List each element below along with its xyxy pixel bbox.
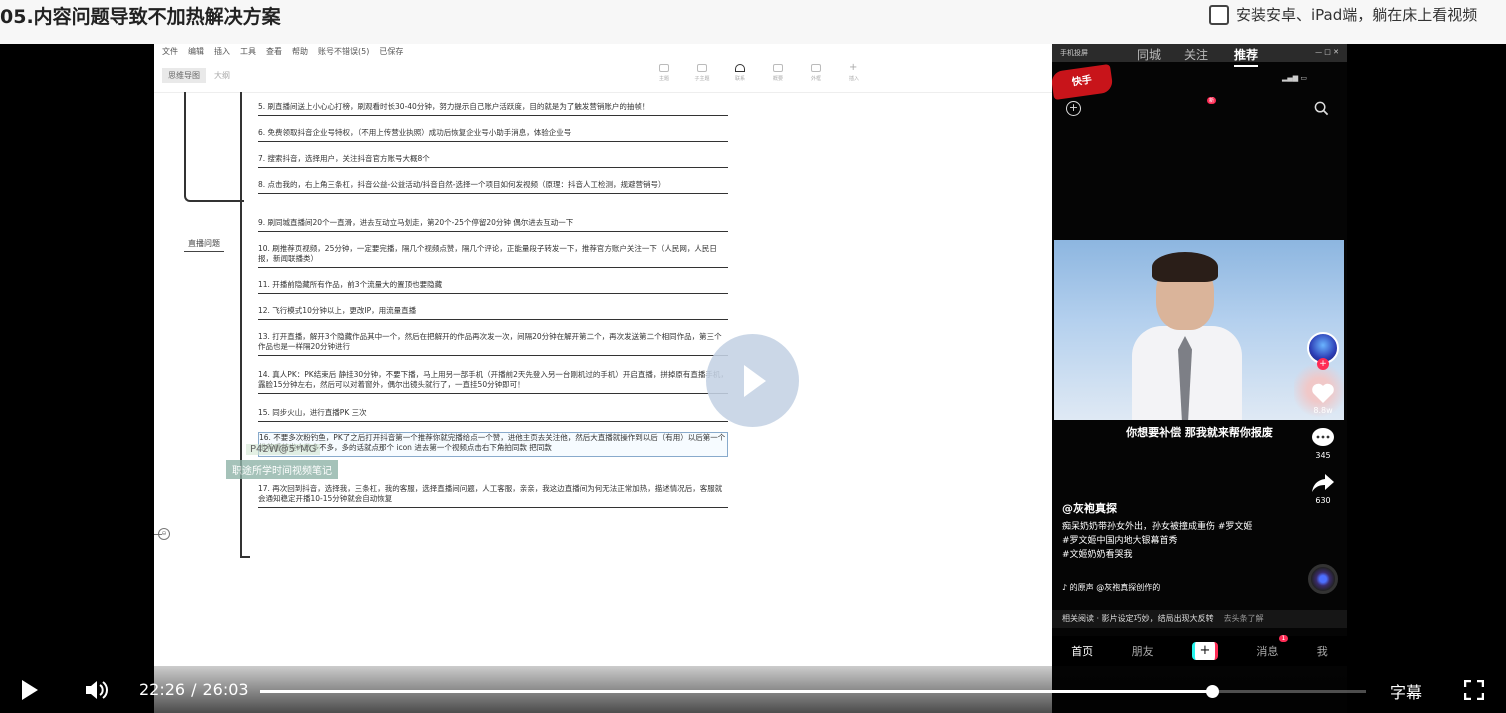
tab-following: 关注 [1184,48,1209,62]
phone-window-title: 手机投屏 [1060,49,1088,57]
watermark-id: P42W@5*MG [246,444,321,455]
mindmap-bracket [240,92,250,558]
tool-insert: + 插入 [848,62,859,83]
like-count: 8.8w [1313,406,1333,415]
video-author: @灰袍真探 [1062,502,1117,515]
nav-me: 我 [1316,645,1328,658]
checkbox-icon[interactable] [1209,4,1229,25]
mindmap-item: 7. 搜索抖音，选择用户，关注抖音官方账号大概8个 [258,154,728,168]
following-badge: 新 [1207,97,1217,104]
save-status: 已保存 [379,47,404,56]
music-disc-icon [1308,564,1338,594]
time-display: 22:26/26:03 [139,680,249,699]
mindmap-toolbar: 主题 子主题 联系 概要 外框 + 插入 [654,62,864,83]
menu-edit: 编辑 [188,47,204,56]
page-title: 05.内容问题导致不加热解决方案 [0,6,281,28]
mindmap-connector [184,92,244,202]
mindmap-item: 10. 刷推荐页视频，25分钟，一定要完播，隔几个视频点赞，隔几个评论，正能量段… [258,244,728,268]
nav-friends: 朋友 [1131,645,1154,658]
heart-icon [1312,383,1334,403]
volume-icon[interactable] [84,679,110,701]
mindmap-item: 5. 刷直播间送上小心心打榜，刷观看时长30-40分钟，努力提示自己账户活跃度，… [258,102,728,116]
mindmap-item-selected: 16. 不要多次粉钓鱼，PK了之后打开抖音第一个推荐你就完播给点一个赞，进他主页… [258,432,728,457]
app-menubar: 文件 编辑 插入 工具 查看 帮助 账号不错误(5) 已保存 [162,46,403,57]
phone-window-controls: — □ ✕ [1315,48,1339,56]
mindmap-item: 13. 打开直播，解开3个隐藏作品其中一个，然后在把解开的作品再次发一次，间隔2… [258,332,728,356]
play-icon [744,365,766,397]
menu-view: 查看 [266,47,282,56]
menu-tools: 工具 [240,47,256,56]
tool-summary: 概要 [768,64,788,82]
branch-label: 直播问题 [184,238,224,252]
video-description: 痴呆奶奶带孙女外出，孙女被撞成重伤 #罗文姬 #罗文姬中国内地大银幕首秀 #文姬… [1062,522,1253,560]
phone-navbar: 首页 朋友 + 消息 1 我 [1052,635,1347,666]
menu-insert: 插入 [214,47,230,56]
subtitle-button[interactable]: 字幕 [1390,679,1422,703]
tab-recommend: 推荐 [1234,46,1259,67]
search-icon [1314,101,1329,116]
share-icon [1312,474,1334,492]
progress-bar[interactable] [260,685,1366,698]
message-badge: 1 [1278,635,1289,642]
mindmap-screen: 文件 编辑 插入 工具 查看 帮助 账号不错误(5) 已保存 思维导图 大纲 主… [154,44,1052,713]
related-reading: 相关阅读 · 影片设定巧妙，结局出现大反转 去头条了解 [1052,610,1347,628]
center-play-button[interactable] [706,334,799,427]
plus-icon: + [1066,101,1081,116]
watermark-note: 职途所学时间视频笔记 [226,460,338,479]
video-still [1054,240,1344,420]
player-controls: 22:26/26:03 字幕 [0,666,1506,713]
mindmap-item: 17. 再次回到抖音，选择我，三条杠，我的客服，选择直播间问题，人工客服，亲亲，… [258,484,728,508]
comment-icon [1312,428,1334,446]
play-button[interactable] [22,680,38,700]
tab-outline: 大纲 [214,71,230,80]
brand-logo: 快手 [1052,63,1114,101]
current-time: 22:26 [139,680,186,699]
mindmap-item: 12. 飞行模式10分钟以上，更改IP，用流量直播 [258,306,728,320]
tab-mindmap: 思维导图 [162,68,206,83]
tool-theme: 主题 [654,64,674,82]
total-time: 26:03 [202,680,249,699]
video-subtitle: 你想要补偿 那我就来帮你报废 [1126,426,1273,439]
comment-count: 345 [1315,451,1331,460]
mindmap-item: 11. 开播前隐藏所有作品，前3个流量大的置顶也要隐藏 [258,280,728,294]
collapse-node-icon: ⊖ [158,528,170,540]
share-count: 630 [1315,496,1331,505]
follow-plus-icon: + [1317,358,1329,370]
tool-frame: 外框 [806,64,826,82]
tool-subtopic: 子主题 [692,64,712,82]
nav-add-button: + [1191,642,1218,660]
menu-file: 文件 [162,47,178,56]
music-credit: ♪ 的原声 @灰袍真探创作的 [1062,583,1161,592]
install-label: 安装安卓、iPad端，躺在床上看视频 [1236,6,1478,24]
mindmap-tabs: 思维导图 大纲 [162,68,230,83]
phone-mirror: 手机投屏 — □ ✕ 快手 ▂▄▆ ▭ + 同城 关注 新 推荐 你想要补偿 那… [1052,44,1347,713]
fullscreen-icon[interactable] [1464,680,1484,700]
tab-nearby: 同城 [1137,48,1162,62]
top-bar: 05.内容问题导致不加热解决方案 安装安卓、iPad端，躺在床上看视频 [0,0,1506,44]
nav-messages: 消息 1 [1256,635,1289,659]
phone-status-icons: ▂▄▆ ▭ [1282,74,1307,82]
doc-name: 账号不错误(5) [318,47,370,56]
mindmap-item: 9. 刷同城直播间20个一直滑，进去互动立马划走，第20个-25个停留20分钟 … [258,218,728,232]
mindmap-item: 6. 免费领取抖音企业号特权，（不用上传营业执照）成功后恢复企业号小助手消息，体… [258,128,728,142]
mindmap-item: 15. 同步火山，进行直播PK 三次 [258,408,728,422]
mindmap-item: 14. 真人PK：PK结束后 静挂30分钟，不要下播，马上用另一部手机（开播前2… [258,370,728,394]
mindmap-item: 8. 点击我的，右上角三条杠，抖音公益-公益活动/抖音自然-选择一个项目如何发视… [258,180,728,194]
install-app-toggle[interactable]: 安装安卓、iPad端，躺在床上看视频 [1209,4,1477,25]
menu-help: 帮助 [292,47,308,56]
video-player[interactable]: 文件 编辑 插入 工具 查看 帮助 账号不错误(5) 已保存 思维导图 大纲 主… [0,44,1506,713]
action-column: + 8.8w 345 630 [1306,332,1340,505]
progress-fill [260,690,1213,693]
tool-link: 联系 [730,64,750,82]
nav-home: 首页 [1071,645,1094,658]
progress-handle[interactable] [1206,685,1220,698]
